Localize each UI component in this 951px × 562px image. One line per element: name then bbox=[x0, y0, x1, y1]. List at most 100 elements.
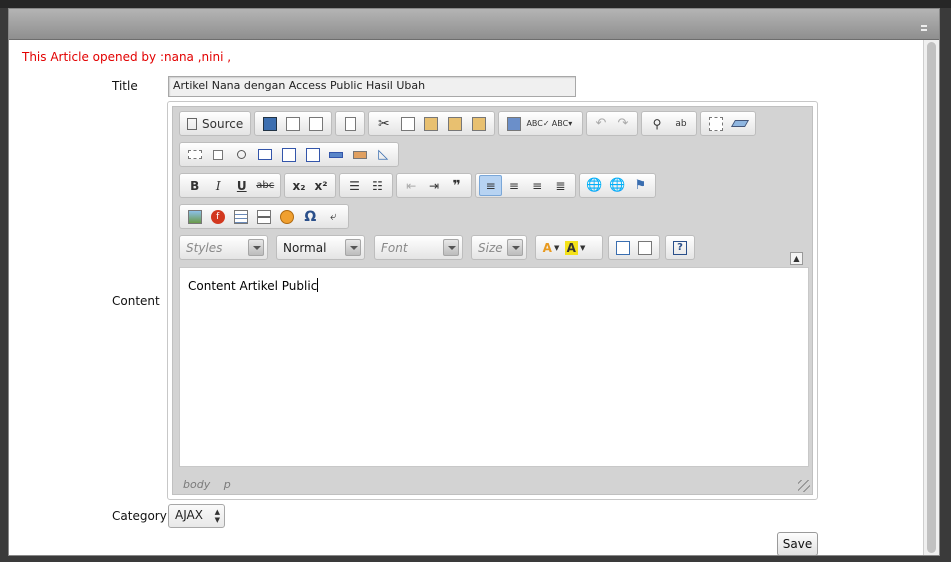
form-button[interactable] bbox=[183, 144, 207, 165]
new-page-button[interactable] bbox=[281, 113, 304, 134]
resize-grip-icon[interactable] bbox=[921, 25, 927, 31]
copy-button[interactable] bbox=[396, 113, 420, 134]
scrollbar-thumb[interactable] bbox=[927, 42, 936, 553]
justify-button[interactable]: ≣ bbox=[549, 175, 572, 196]
unlink-button[interactable]: 🌐 bbox=[606, 175, 629, 196]
justify-icon: ≣ bbox=[555, 178, 566, 193]
dialog-titlebar[interactable] bbox=[9, 9, 939, 40]
special-char-button[interactable]: Ω bbox=[299, 206, 322, 227]
text-color-button[interactable]: A ▼ bbox=[539, 237, 563, 258]
anchor-button[interactable]: ⚑ bbox=[629, 175, 652, 196]
remove-format-button[interactable] bbox=[728, 113, 752, 134]
maximize-button[interactable] bbox=[612, 237, 634, 258]
horizontal-rule-button[interactable] bbox=[252, 206, 275, 227]
image-button-button[interactable] bbox=[348, 144, 372, 165]
strike-button[interactable]: abc bbox=[254, 175, 278, 196]
save-button[interactable]: Save bbox=[777, 532, 818, 555]
about-group: ? bbox=[665, 235, 695, 260]
text-color-icon: A bbox=[542, 240, 552, 255]
paste-word-button[interactable] bbox=[467, 113, 491, 134]
checkbox-button[interactable] bbox=[207, 144, 231, 165]
table-button[interactable] bbox=[229, 206, 252, 227]
blockquote-button[interactable]: ❞ bbox=[445, 175, 468, 196]
flash-button[interactable]: f bbox=[206, 206, 229, 227]
numbered-list-button[interactable]: ☰ bbox=[343, 175, 366, 196]
about-button[interactable]: ? bbox=[669, 237, 691, 258]
source-icon bbox=[187, 117, 197, 130]
redo-button[interactable]: ↷ bbox=[612, 113, 634, 134]
preview-button[interactable] bbox=[305, 113, 328, 134]
bulleted-list-button[interactable]: ☷ bbox=[366, 175, 389, 196]
paste-text-button[interactable] bbox=[443, 113, 467, 134]
align-center-button[interactable]: ≡ bbox=[502, 175, 525, 196]
title-input[interactable]: Artikel Nana dengan Access Public Hasil … bbox=[168, 76, 576, 97]
numbered-list-icon: ☰ bbox=[349, 178, 360, 193]
hidden-field-button[interactable]: ◺ bbox=[372, 144, 396, 165]
clipboard-group: ✂ bbox=[368, 111, 495, 136]
select-field-button[interactable] bbox=[301, 144, 325, 165]
outdent-button[interactable]: ⇤ bbox=[400, 175, 423, 196]
radio-button[interactable] bbox=[230, 144, 254, 165]
subscript-button[interactable]: x₂ bbox=[288, 175, 310, 196]
cut-button[interactable]: ✂ bbox=[372, 113, 396, 134]
spellcheck-button[interactable]: ABC✓ bbox=[526, 113, 550, 134]
cut-icon: ✂ bbox=[378, 115, 390, 132]
paste-text-icon bbox=[448, 116, 463, 131]
italic-button[interactable]: I bbox=[207, 175, 231, 196]
editor-chrome: Source ✂ ABC✓ ABC▾ ↶ ↷ ⚲ ab ◺ B I U abc … bbox=[172, 106, 813, 495]
textfield-icon bbox=[258, 149, 273, 160]
underline-button[interactable]: U bbox=[230, 175, 254, 196]
print-button[interactable] bbox=[502, 113, 526, 134]
document-group bbox=[254, 111, 332, 136]
bg-color-icon: A bbox=[564, 240, 578, 255]
opened-by-notice: This Article opened by :nana ,nini , bbox=[22, 50, 232, 64]
show-blocks-button[interactable] bbox=[634, 237, 656, 258]
size-combo[interactable]: Size bbox=[471, 235, 527, 260]
maximize-icon bbox=[616, 240, 630, 255]
hidden-field-icon: ◺ bbox=[378, 147, 389, 162]
undo-button[interactable]: ↶ bbox=[590, 113, 612, 134]
replace-icon: ab bbox=[675, 118, 687, 129]
element-path-bar: body p bbox=[183, 478, 241, 491]
basic-style-group: B I U abc bbox=[179, 173, 281, 198]
align-group: ≡ ≡ ≡ ≣ bbox=[475, 173, 576, 198]
button-field-button[interactable] bbox=[324, 144, 348, 165]
format-combo[interactable]: Normal bbox=[276, 235, 365, 260]
page-break-button[interactable]: ⤶ bbox=[322, 206, 345, 227]
image-button[interactable] bbox=[183, 206, 206, 227]
align-left-button[interactable]: ≡ bbox=[479, 175, 503, 196]
source-button[interactable]: Source bbox=[183, 113, 247, 134]
copy-icon bbox=[400, 116, 415, 131]
print-icon bbox=[507, 116, 521, 131]
templates-button[interactable] bbox=[339, 113, 361, 134]
collapse-toolbar-icon[interactable]: ▲ bbox=[790, 252, 803, 265]
font-combo[interactable]: Font bbox=[374, 235, 463, 260]
article-edit-dialog: This Article opened by :nana ,nini , Tit… bbox=[8, 8, 940, 556]
editor-resize-handle[interactable] bbox=[798, 480, 810, 492]
source-label: Source bbox=[202, 116, 244, 131]
editor-content-area[interactable]: Content Artikel Public bbox=[179, 267, 809, 467]
bold-button[interactable]: B bbox=[183, 175, 207, 196]
vertical-scrollbar[interactable] bbox=[923, 40, 939, 555]
textarea-button[interactable] bbox=[277, 144, 301, 165]
textfield-button[interactable] bbox=[254, 144, 278, 165]
select-all-button[interactable] bbox=[704, 113, 728, 134]
paste-button[interactable] bbox=[420, 113, 444, 134]
align-right-button[interactable]: ≡ bbox=[526, 175, 549, 196]
path-item-body[interactable]: body bbox=[183, 478, 210, 491]
select-icon bbox=[305, 147, 320, 162]
superscript-button[interactable]: x² bbox=[310, 175, 332, 196]
save-doc-button[interactable] bbox=[258, 113, 281, 134]
path-item-p[interactable]: p bbox=[224, 478, 231, 491]
find-button[interactable]: ⚲ bbox=[645, 113, 669, 134]
scayt-button[interactable]: ABC▾ bbox=[550, 113, 574, 134]
styles-combo[interactable]: Styles bbox=[179, 235, 268, 260]
textarea-icon bbox=[282, 147, 297, 162]
bg-color-button[interactable]: A ▼ bbox=[563, 237, 587, 258]
smiley-button[interactable] bbox=[276, 206, 299, 227]
category-select[interactable]: AJAX ▲ ▼ bbox=[168, 504, 225, 528]
indent-button[interactable]: ⇥ bbox=[423, 175, 446, 196]
link-button[interactable]: 🌐 bbox=[583, 175, 606, 196]
chevron-down-icon bbox=[345, 239, 361, 256]
replace-button[interactable]: ab bbox=[669, 113, 693, 134]
